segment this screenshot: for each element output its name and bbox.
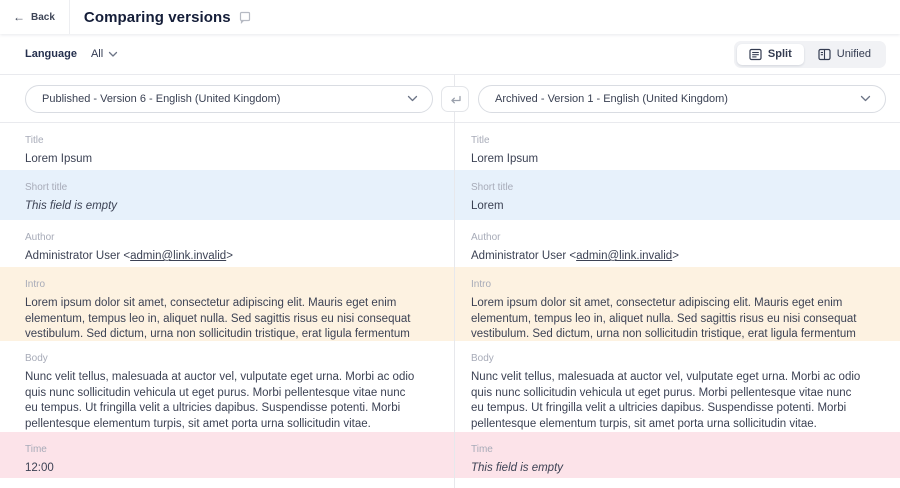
toolbar: Language All Split: [0, 34, 900, 75]
field-value: Administrator User <admin@link.invalid>: [25, 249, 417, 265]
field-label: Time: [25, 444, 431, 455]
author-left-cell: Author Administrator User <admin@link.in…: [0, 220, 455, 267]
field-row-intro: Intro Lorem ipsum dolor sit amet, consec…: [0, 267, 900, 341]
field-rows: Title Lorem Ipsum Title Lorem Ipsum Shor…: [0, 123, 900, 488]
back-arrow-icon: ←: [13, 11, 25, 23]
unified-view-icon: [818, 48, 831, 61]
compare-versions-page: ← Back Comparing versions Language All: [0, 0, 900, 488]
chevron-down-icon: [860, 95, 871, 103]
author-email-link[interactable]: admin@link.invalid: [130, 250, 226, 262]
swap-versions-button[interactable]: [441, 86, 469, 112]
version-picker-row: Published - Version 6 - English (United …: [0, 75, 900, 123]
field-label: Intro: [471, 279, 876, 290]
language-label: Language: [25, 48, 77, 60]
field-label: Title: [25, 135, 431, 146]
time-left-cell: Time 12:00: [0, 432, 455, 478]
intro-left-cell: Intro Lorem ipsum dolor sit amet, consec…: [0, 267, 455, 341]
language-group: Language All: [25, 48, 118, 60]
title-left-cell: Title Lorem Ipsum: [0, 123, 455, 170]
author-name: Administrator User <: [471, 250, 576, 262]
field-label: Author: [471, 232, 876, 243]
body-left-cell: Body Nunc velit tellus, malesuada at auc…: [0, 341, 455, 432]
right-version-dropdown[interactable]: Archived - Version 1 - English (United K…: [478, 85, 886, 113]
language-value: All: [91, 48, 103, 60]
field-value: Lorem Ipsum: [471, 152, 863, 168]
back-button[interactable]: ← Back: [0, 0, 69, 34]
body-right-cell: Body Nunc velit tellus, malesuada at auc…: [455, 341, 900, 432]
split-view-button[interactable]: Split: [737, 44, 804, 65]
field-label: Short title: [471, 182, 876, 193]
field-value: Administrator User <admin@link.invalid>: [471, 249, 863, 265]
column-divider: [454, 75, 455, 488]
field-value: 12:00: [25, 461, 417, 477]
left-version-value: Published - Version 6 - English (United …: [42, 93, 280, 105]
field-value-empty: This field is empty: [471, 461, 863, 477]
intro-right-cell: Intro Lorem ipsum dolor sit amet, consec…: [455, 267, 900, 341]
field-label: Title: [471, 135, 876, 146]
back-label: Back: [31, 12, 55, 23]
split-view-label: Split: [768, 48, 792, 60]
short-title-right-cell: Short title Lorem: [455, 170, 900, 220]
comment-bubble-icon: [238, 11, 251, 24]
field-row-time: Time 12:00 Time This field is empty: [0, 432, 900, 478]
field-label: Body: [471, 353, 876, 364]
field-label: Intro: [25, 279, 431, 290]
short-title-left-cell: Short title This field is empty: [0, 170, 455, 220]
unified-view-button[interactable]: Unified: [806, 44, 883, 65]
author-name: Administrator User <: [25, 250, 130, 262]
time-right-cell: Time This field is empty: [455, 432, 900, 478]
field-row-body: Body Nunc velit tellus, malesuada at auc…: [0, 341, 900, 432]
unified-view-label: Unified: [837, 48, 871, 60]
author-right-cell: Author Administrator User <admin@link.in…: [455, 220, 900, 267]
author-suffix: >: [226, 250, 233, 262]
field-row-title: Title Lorem Ipsum Title Lorem Ipsum: [0, 123, 900, 170]
compare-content: Published - Version 6 - English (United …: [0, 75, 900, 488]
swap-arrow-icon: [449, 94, 462, 105]
right-version-value: Archived - Version 1 - English (United K…: [495, 93, 728, 105]
chevron-down-icon: [108, 51, 118, 58]
header-divider: [69, 0, 70, 34]
filler-row: [0, 478, 900, 488]
author-suffix: >: [672, 250, 679, 262]
language-select[interactable]: All: [91, 48, 118, 60]
field-label: Body: [25, 353, 431, 364]
author-email-link[interactable]: admin@link.invalid: [576, 250, 672, 262]
field-row-author: Author Administrator User <admin@link.in…: [0, 220, 900, 267]
field-value-empty: This field is empty: [25, 199, 417, 215]
field-label: Time: [471, 444, 876, 455]
title-right-cell: Title Lorem Ipsum: [455, 123, 900, 170]
header: ← Back Comparing versions: [0, 0, 900, 34]
view-mode-toggle: Split Unified: [734, 41, 886, 68]
field-label: Author: [25, 232, 431, 243]
chevron-down-icon: [407, 95, 418, 103]
split-view-icon: [749, 48, 762, 61]
left-version-dropdown[interactable]: Published - Version 6 - English (United …: [25, 85, 433, 113]
page-title: Comparing versions: [84, 9, 231, 26]
field-value: Lorem Ipsum: [25, 152, 417, 168]
field-row-short-title: Short title This field is empty Short ti…: [0, 170, 900, 220]
field-value: Lorem: [471, 199, 863, 215]
field-label: Short title: [25, 182, 431, 193]
